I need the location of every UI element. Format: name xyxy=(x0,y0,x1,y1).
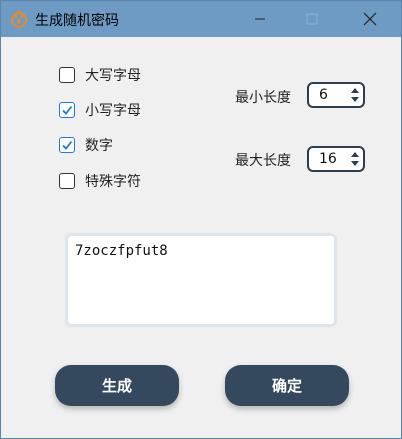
digits-checkbox[interactable] xyxy=(59,137,75,153)
spin-arrows-icon[interactable] xyxy=(350,86,360,104)
close-icon xyxy=(363,12,377,26)
lowercase-option[interactable]: 小写字母 xyxy=(59,100,141,120)
min-length-spinbox[interactable]: 6 xyxy=(307,82,365,108)
lowercase-checkbox[interactable] xyxy=(59,102,75,118)
generate-button[interactable]: 生成 xyxy=(55,365,179,406)
max-length-spinbox[interactable]: 16 xyxy=(307,146,365,172)
close-button[interactable] xyxy=(347,1,393,37)
window-title: 生成随机密码 xyxy=(35,13,119,29)
digits-option[interactable]: 数字 xyxy=(59,135,113,155)
special-chars-label: 特殊字符 xyxy=(85,174,141,190)
lock-icon xyxy=(11,11,27,28)
uppercase-label: 大写字母 xyxy=(85,68,141,84)
minimize-icon xyxy=(255,18,265,20)
uppercase-checkbox[interactable] xyxy=(59,67,75,83)
min-length-value: 6 xyxy=(319,87,328,103)
password-generator-window: 生成随机密码 大写字母 小写字母 数字 特殊字符 最小长度 6 最大长度 16 … xyxy=(0,0,402,439)
minimize-button[interactable] xyxy=(237,1,283,37)
spin-arrows-icon[interactable] xyxy=(350,150,360,168)
uppercase-option[interactable]: 大写字母 xyxy=(59,65,141,85)
password-text[interactable]: 7zoczfpfut8 xyxy=(75,243,168,259)
digits-label: 数字 xyxy=(85,138,113,154)
special-chars-checkbox[interactable] xyxy=(59,173,75,189)
max-length-value: 16 xyxy=(319,151,337,167)
lowercase-label: 小写字母 xyxy=(85,103,141,119)
password-output[interactable]: 7zoczfpfut8 xyxy=(65,233,337,327)
maximize-icon xyxy=(306,13,318,25)
special-chars-option[interactable]: 特殊字符 xyxy=(59,171,141,191)
maximize-button[interactable] xyxy=(289,1,335,37)
checkmark-icon xyxy=(62,105,73,115)
title-bar[interactable]: 生成随机密码 xyxy=(1,1,401,37)
checkmark-icon xyxy=(62,140,73,150)
max-length-label: 最大长度 xyxy=(235,153,291,169)
confirm-button[interactable]: 确定 xyxy=(225,365,349,406)
min-length-label: 最小长度 xyxy=(235,90,291,106)
